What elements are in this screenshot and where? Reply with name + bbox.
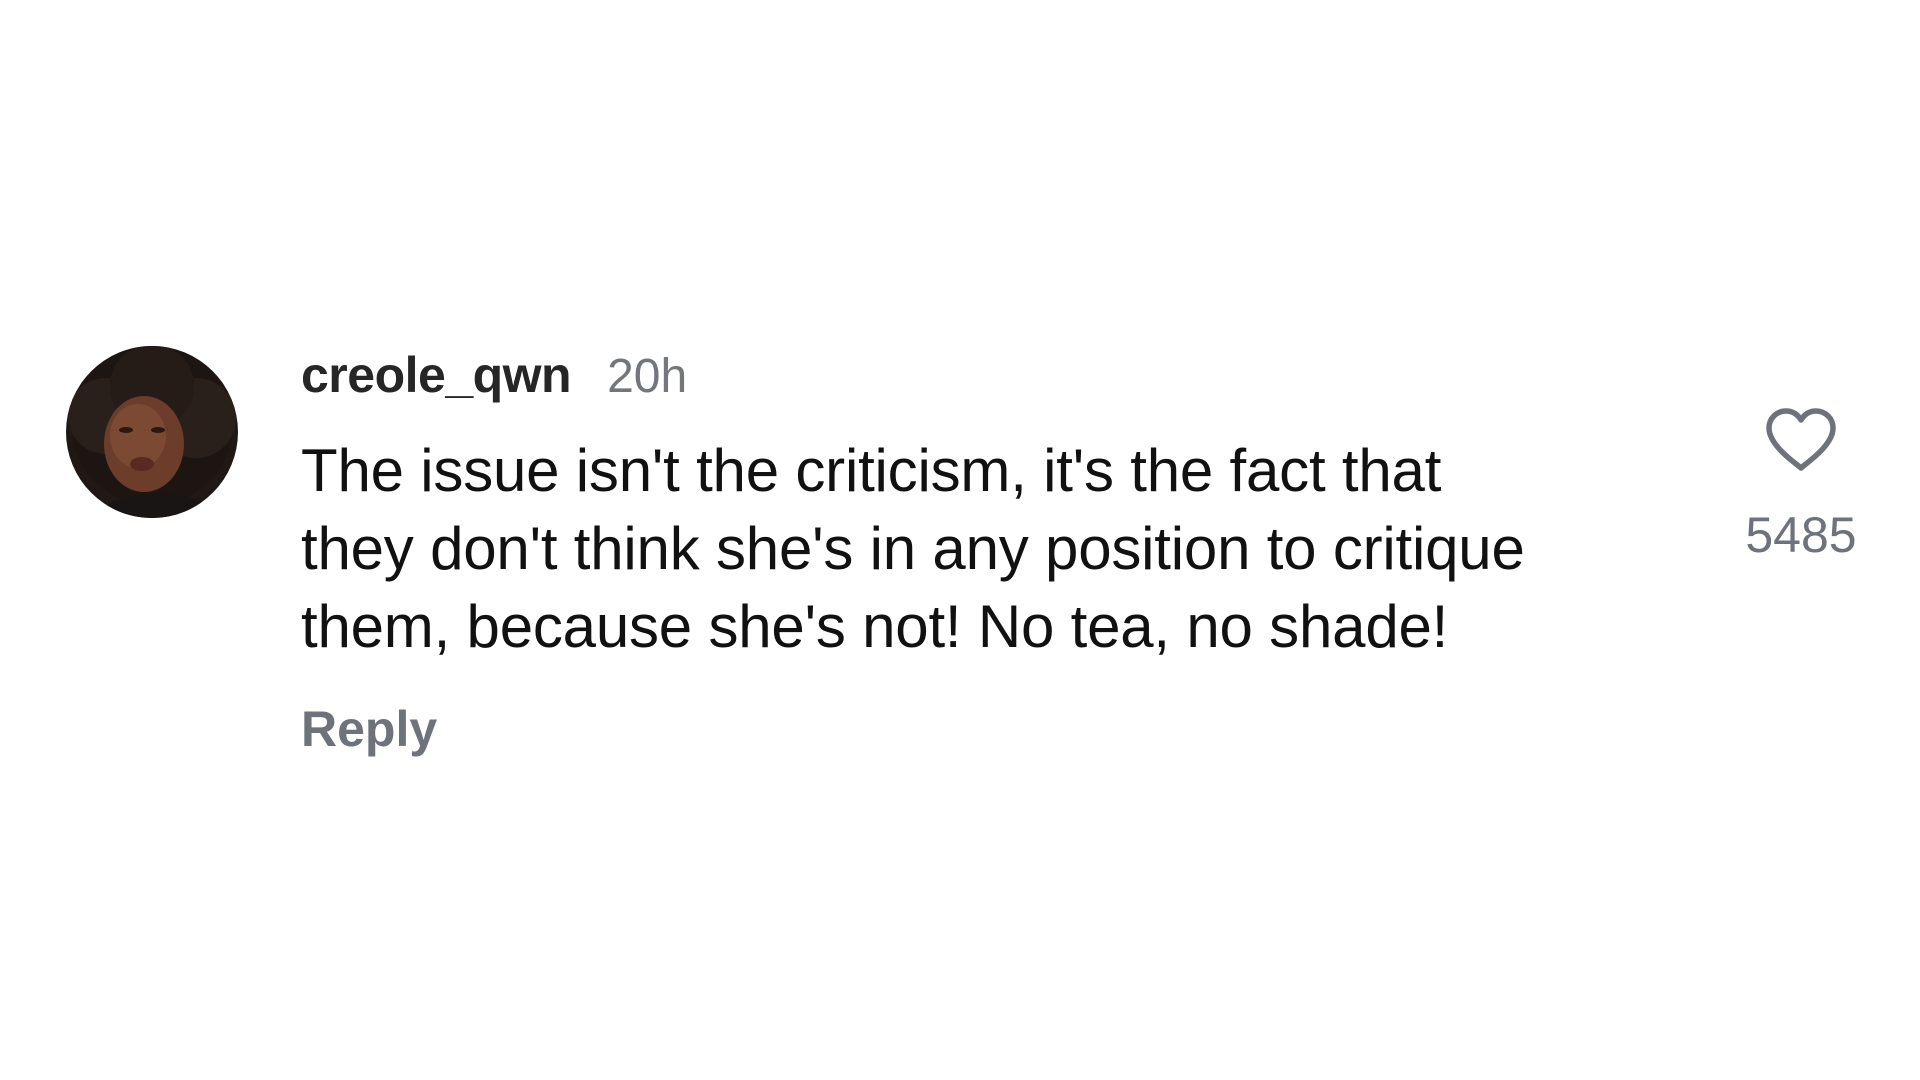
user-avatar[interactable] [66, 346, 238, 518]
comment-body: creole_qwn 20h The issue isn't the criti… [301, 346, 1741, 758]
heart-outline-icon[interactable] [1763, 406, 1839, 474]
comment-meta: creole_qwn 20h [301, 346, 1741, 406]
comment-page: creole_qwn 20h The issue isn't the criti… [0, 0, 1920, 1080]
comment-timestamp: 20h [607, 350, 688, 403]
avatar-photo [68, 346, 236, 518]
like-area: 5485 [1726, 406, 1876, 564]
username-link[interactable]: creole_qwn [301, 346, 572, 404]
reply-button[interactable]: Reply [301, 700, 437, 758]
like-count: 5485 [1745, 507, 1857, 563]
comment-item: creole_qwn 20h The issue isn't the criti… [66, 346, 1876, 786]
comment-text: The issue isn't the criticism, it's the … [301, 437, 1525, 660]
